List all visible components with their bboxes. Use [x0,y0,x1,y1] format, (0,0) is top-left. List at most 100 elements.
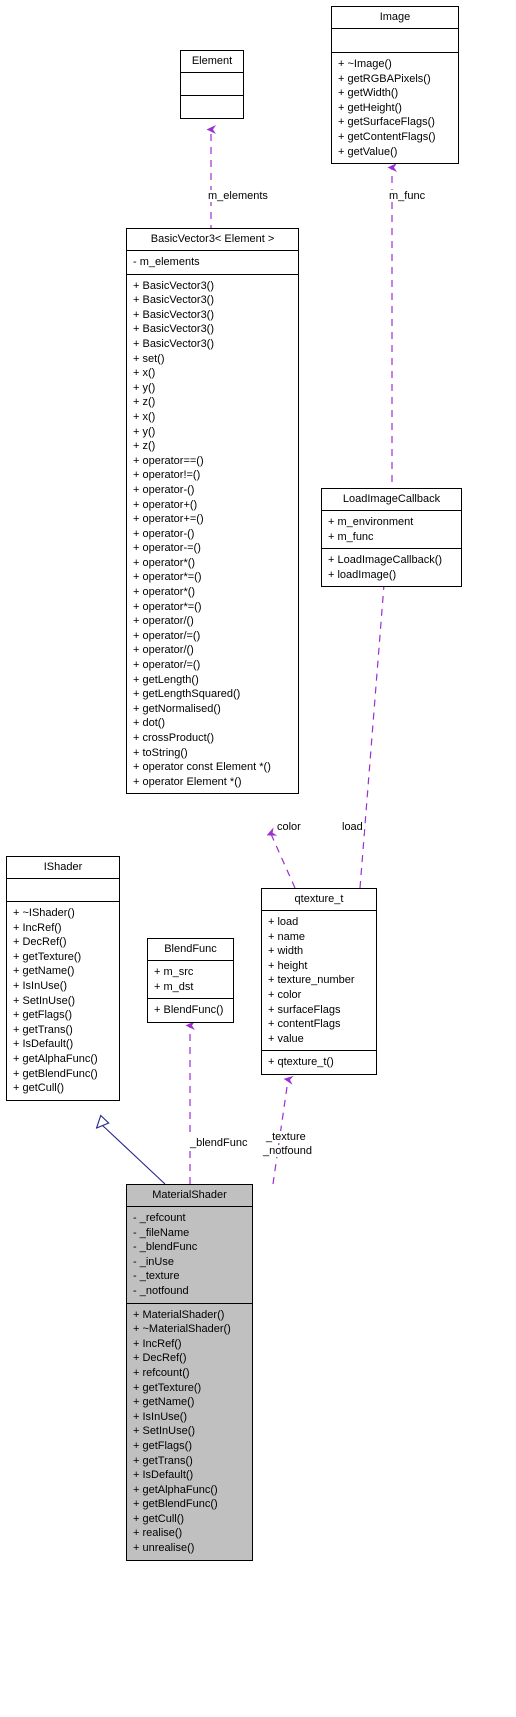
class-member: + y() [133,425,156,438]
class-member: - m_elements [133,256,200,268]
class-member: + operator-() [133,483,195,496]
edge-label-m-elements: m_elements [207,190,269,202]
class-member: + contentFlags [268,1018,341,1031]
attributes-compartment [181,73,243,95]
class-member: + y() [133,381,156,394]
class-member: + getFlags() [13,1009,72,1022]
class-member: + getLength() [133,673,199,686]
methods-compartment: + LoadImageCallback() + loadImage() [322,549,461,586]
class-member: + IsDefault() [133,1469,194,1482]
class-box-qtexture[interactable]: qtexture_t + load + name + width + heigh… [261,888,377,1075]
class-member: + LoadImageCallback() [328,554,443,567]
class-member: + ~Image() [338,58,392,70]
class-member: + m_src [154,966,194,978]
class-member: + getCull() [13,1082,65,1095]
class-member: + refcount() [133,1366,190,1379]
class-member: + operator!=() [133,469,201,482]
attributes-compartment: + load + name + width + height + texture… [262,911,376,1050]
class-member: + getTexture() [133,1381,202,1394]
class-member: - _refcount [133,1212,186,1224]
class-box-basicvector3[interactable]: BasicVector3< Element > - m_elements + B… [126,228,299,795]
attributes-compartment: + m_src + m_dst [148,961,233,998]
class-member: + operator Element *() [133,775,242,788]
class-member: + SetInUse() [13,994,76,1007]
class-member: + set() [133,352,165,365]
class-member: + getValue() [338,145,398,158]
methods-compartment: + ~Image() + getRGBAPixels() + getWidth(… [332,53,458,163]
class-member: + realise() [133,1527,183,1540]
class-member: + ~IShader() [13,907,75,919]
class-member: + IsDefault() [13,1038,74,1051]
class-member: + z() [133,440,156,453]
edge-label-color: color [276,821,302,833]
class-member: + m_func [328,530,374,543]
edge-label-load: load [341,821,364,833]
class-member: + z() [133,396,156,409]
edge-label-m-func: m_func [388,190,427,202]
uml-class-diagram: Image + ~Image() + getRGBAPixels() + get… [0,0,516,1717]
edge-label-blendfunc: _blendFunc [189,1137,249,1149]
class-member: + operator*() [133,556,196,569]
class-member: + MaterialShader() [133,1308,225,1321]
class-member: - _notfound [133,1284,189,1297]
class-member: + operator/() [133,644,194,657]
class-title: qtexture_t [294,893,344,905]
class-member: + operator/=() [133,629,201,642]
class-member: + unrealise() [133,1542,195,1555]
class-box-element[interactable]: Element [180,50,244,119]
class-member: + operator/=() [133,659,201,672]
class-member: + operator*=() [133,600,202,613]
methods-compartment: + MaterialShader() + ~MaterialShader() +… [127,1304,252,1560]
class-box-loadimagecallback[interactable]: LoadImageCallback + m_environment + m_fu… [321,488,462,588]
class-member: + getName() [133,1396,195,1409]
class-title: Element [191,55,233,67]
edge-label-notfound: _notfound [262,1145,313,1157]
class-member: + getWidth() [338,87,399,100]
class-member: + m_environment [328,516,414,528]
class-member: + load [268,916,299,928]
class-member: + toString() [133,746,188,759]
class-box-image[interactable]: Image + ~Image() + getRGBAPixels() + get… [331,6,459,165]
class-member: + operator*=() [133,571,202,584]
class-member: + m_dst [154,980,194,993]
class-member: - _inUse [133,1255,174,1268]
class-member: - _texture [133,1270,180,1283]
class-title: MaterialShader [152,1189,227,1201]
class-member: + operator-=() [133,542,201,555]
edge-label-texture: _texture [265,1131,307,1143]
class-member: + getBlendFunc() [13,1067,98,1080]
class-member: + surfaceFlags [268,1003,341,1016]
class-member: + operator/() [133,615,194,628]
edge-basicvector3-qtexture-color [266,827,296,889]
class-member: - _fileName [133,1226,190,1239]
class-member: + height [268,959,308,972]
class-member: + getTexture() [13,950,82,963]
class-member: + IncRef() [13,921,62,934]
class-title: Image [379,11,411,23]
class-member: + texture_number [268,974,355,987]
class-member: + name [268,930,305,943]
class-box-ishader[interactable]: IShader + ~IShader() + IncRef() + DecRef… [6,856,120,1101]
attributes-compartment: - m_elements [127,251,298,274]
class-member: + operator const Element *() [133,761,271,774]
class-member: + getHeight() [338,101,402,114]
class-member: + getBlendFunc() [133,1498,218,1511]
class-member: + getName() [13,965,75,978]
class-member: + qtexture_t() [268,1056,334,1069]
class-member: + getNormalised() [133,702,221,715]
class-member: + x() [133,367,156,380]
class-member: + DecRef() [133,1352,187,1365]
class-member: + BasicVector3() [133,279,215,292]
edge-ishader-materialshader [101,1124,166,1185]
class-member: + crossProduct() [133,732,214,744]
class-member: + BlendFunc() [154,1004,224,1017]
class-title: IShader [43,861,83,873]
class-box-blendfunc[interactable]: BlendFunc + m_src + m_dst + BlendFunc() [147,938,234,1023]
class-member: + BasicVector3() [133,337,215,350]
class-box-materialshader[interactable]: MaterialShader - _refcount - _fileName -… [126,1184,253,1561]
class-member: - _blendFunc [133,1241,198,1254]
class-member: + getSurfaceFlags() [338,116,435,129]
class-member: + getAlphaFunc() [133,1483,218,1496]
class-member: + IsInUse() [13,979,68,992]
class-member: + ~MaterialShader() [133,1323,231,1336]
